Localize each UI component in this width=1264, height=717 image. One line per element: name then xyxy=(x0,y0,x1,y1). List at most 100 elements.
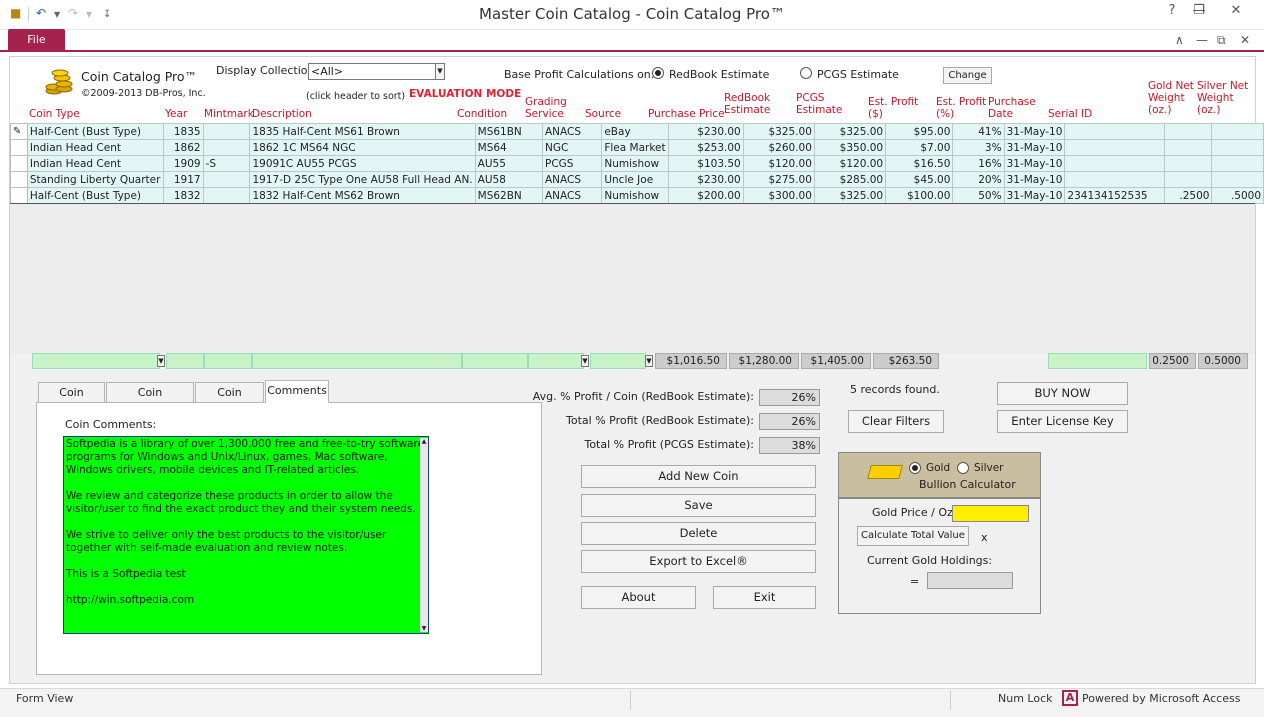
col-pcgs-estimate[interactable]: PCGS Estimate xyxy=(796,92,842,116)
scroll-down-icon[interactable]: ▼ xyxy=(420,625,428,632)
delete-button[interactable]: Delete xyxy=(581,522,816,545)
tab-coin-details[interactable]: Coin Details xyxy=(38,382,105,418)
cell-silver-net[interactable] xyxy=(1211,171,1264,188)
cell-pcgs[interactable]: $120.00 xyxy=(813,155,887,172)
cell-source[interactable]: Uncle Joe xyxy=(601,171,669,188)
chevron-down-icon[interactable]: ▼ xyxy=(435,64,444,79)
col-silver-net-weight[interactable]: Silver Net Weight (oz.) xyxy=(1197,80,1248,116)
cell-coin-type[interactable]: Half-Cent (Bust Type) xyxy=(26,187,164,204)
cell-silver-net[interactable] xyxy=(1211,139,1264,156)
cell-est-profit-pct[interactable]: 3% xyxy=(952,139,1005,156)
cell-coin-type[interactable]: Standing Liberty Quarter xyxy=(26,171,164,188)
filter-description[interactable] xyxy=(252,353,462,369)
cell-silver-net[interactable] xyxy=(1211,155,1264,172)
cell-grading[interactable]: ANACS xyxy=(541,187,603,204)
cell-redbook[interactable]: $325.00 xyxy=(742,123,815,140)
cell-grading[interactable]: ANACS xyxy=(541,171,603,188)
col-grading-service[interactable]: Grading Service xyxy=(525,96,567,120)
cell-serial-id[interactable] xyxy=(1064,139,1165,156)
coin-comments-textarea[interactable]: Softpedia is a library of over 1,300,000… xyxy=(63,436,429,634)
redbook-radio[interactable] xyxy=(652,67,664,79)
buy-now-button[interactable]: BUY NOW xyxy=(997,382,1128,405)
cell-est-profit-pct[interactable]: 50% xyxy=(952,187,1005,204)
cell-gold-net[interactable] xyxy=(1163,171,1213,188)
cell-pcgs[interactable]: $350.00 xyxy=(813,139,887,156)
cell-coin-type[interactable]: Indian Head Cent xyxy=(26,155,164,172)
cell-mintmark[interactable] xyxy=(202,139,251,156)
tab-coin-documents[interactable]: Coin Documents xyxy=(106,382,194,418)
cell-year[interactable]: 1909 xyxy=(162,155,204,172)
cell-condition[interactable]: MS61BN xyxy=(474,123,544,140)
change-button[interactable]: Change xyxy=(943,67,992,84)
cell-purchase-price[interactable]: $230.00 xyxy=(667,123,744,140)
cell-purchase-date[interactable]: 31-May-10 xyxy=(1003,155,1066,172)
close-window-button[interactable]: ✕ xyxy=(1212,0,1260,22)
cell-est-profit-pct[interactable]: 41% xyxy=(952,123,1005,140)
col-mintmark[interactable]: Mintmark xyxy=(204,108,254,120)
cell-description[interactable]: 1862 1C MS64 NGC xyxy=(249,139,476,156)
cell-grading[interactable]: PCGS xyxy=(541,155,603,172)
cell-grading[interactable]: ANACS xyxy=(541,123,603,140)
file-tab[interactable]: File xyxy=(8,29,65,51)
filter-grading[interactable] xyxy=(528,353,584,369)
col-description[interactable]: Description xyxy=(252,108,312,120)
cell-est-profit-usd[interactable]: $16.50 xyxy=(885,155,954,172)
record-selector[interactable] xyxy=(10,171,28,188)
cell-est-profit-usd[interactable]: $7.00 xyxy=(885,139,954,156)
gold-price-input[interactable] xyxy=(952,505,1029,522)
save-button[interactable]: Save xyxy=(581,494,816,517)
cell-purchase-date[interactable]: 31-May-10 xyxy=(1003,187,1066,204)
col-coin-type[interactable]: Coin Type xyxy=(29,108,80,120)
cell-mintmark[interactable] xyxy=(202,123,251,140)
exit-button[interactable]: Exit xyxy=(713,586,816,609)
record-selector[interactable] xyxy=(10,139,28,156)
cell-purchase-price[interactable]: $103.50 xyxy=(667,155,744,172)
filter-grading-dropdown-icon[interactable]: ▼ xyxy=(581,355,589,367)
cell-gold-net[interactable] xyxy=(1163,155,1213,172)
col-condition[interactable]: Condition xyxy=(457,108,507,120)
cell-pcgs[interactable]: $325.00 xyxy=(813,187,887,204)
table-row[interactable]: Standing Liberty Quarter 1917 1917-D 25C T… xyxy=(10,171,1264,188)
cell-pcgs[interactable]: $325.00 xyxy=(813,123,887,140)
cell-gold-net[interactable]: .2500 xyxy=(1163,187,1213,204)
enter-license-button[interactable]: Enter License Key xyxy=(997,410,1128,433)
cell-coin-type[interactable]: Half-Cent (Bust Type) xyxy=(26,123,164,140)
col-gold-net-weight[interactable]: Gold Net Weight (oz.) xyxy=(1148,80,1194,116)
filter-serial-id[interactable] xyxy=(1048,353,1147,369)
tab-coin-images[interactable]: Coin Images xyxy=(195,382,264,418)
col-serial-id[interactable]: Serial ID xyxy=(1048,108,1092,120)
cell-purchase-price[interactable]: $230.00 xyxy=(667,171,744,188)
cell-description[interactable]: 1835 Half-Cent MS61 Brown xyxy=(249,123,476,140)
cell-mintmark[interactable]: -S xyxy=(202,155,251,172)
cell-grading[interactable]: NGC xyxy=(541,139,603,156)
cell-serial-id[interactable] xyxy=(1064,155,1165,172)
cell-est-profit-pct[interactable]: 16% xyxy=(952,155,1005,172)
cell-gold-net[interactable] xyxy=(1163,139,1213,156)
cell-condition[interactable]: AU58 xyxy=(474,171,544,188)
export-excel-button[interactable]: Export to Excel® xyxy=(581,550,816,573)
doc-close-icon[interactable]: ✕ xyxy=(1240,33,1250,47)
record-selector[interactable] xyxy=(10,155,28,172)
cell-condition[interactable]: AU55 xyxy=(474,155,544,172)
cell-est-profit-usd[interactable]: $100.00 xyxy=(885,187,954,204)
filter-coin-type[interactable] xyxy=(32,353,160,369)
help-button[interactable]: ? xyxy=(1160,0,1184,22)
tab-comments[interactable]: Comments xyxy=(265,380,329,403)
calculate-total-value-button[interactable]: Calculate Total Value xyxy=(857,526,969,546)
cell-est-profit-pct[interactable]: 20% xyxy=(952,171,1005,188)
cell-condition[interactable]: MS62BN xyxy=(474,187,544,204)
cell-purchase-date[interactable]: 31-May-10 xyxy=(1003,139,1066,156)
cell-serial-id[interactable]: 234134152535 xyxy=(1064,187,1165,204)
cell-purchase-date[interactable]: 31-May-10 xyxy=(1003,123,1066,140)
gold-radio[interactable] xyxy=(909,462,921,474)
scroll-up-icon[interactable]: ▲ xyxy=(420,438,428,445)
filter-source-dropdown-icon[interactable]: ▼ xyxy=(645,355,653,367)
cell-mintmark[interactable] xyxy=(202,171,251,188)
cell-silver-net[interactable]: .5000 xyxy=(1211,187,1264,204)
col-est-profit-pct[interactable]: Est. Profit (%) xyxy=(936,96,986,120)
record-selector[interactable] xyxy=(10,187,28,204)
cell-year[interactable]: 1832 xyxy=(162,187,204,204)
cell-redbook[interactable]: $300.00 xyxy=(742,187,815,204)
cell-redbook[interactable]: $260.00 xyxy=(742,139,815,156)
cell-description[interactable]: 1917-D 25C Type One AU58 Full Head AN. xyxy=(249,171,476,188)
